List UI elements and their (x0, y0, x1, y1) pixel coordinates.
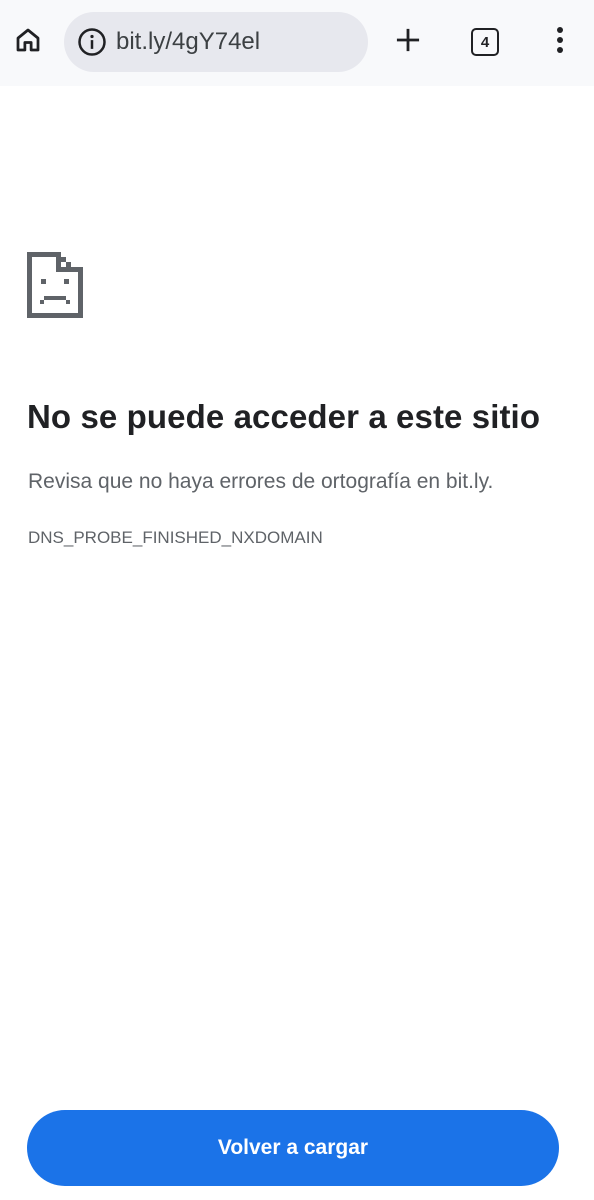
reload-button[interactable]: Volver a cargar (27, 1110, 559, 1186)
address-bar[interactable]: bit.ly/4gY74el (64, 12, 368, 72)
more-vert-icon (555, 25, 565, 60)
home-icon (13, 25, 43, 60)
error-code: DNS_PROBE_FINISHED_NXDOMAIN (28, 528, 323, 547)
error-description: Revisa que no haya errores de ortografía… (28, 470, 494, 493)
sad-page-icon (27, 250, 85, 325)
tab-switcher-button[interactable]: 4 (463, 20, 507, 64)
browser-toolbar: bit.ly/4gY74el 4 (0, 0, 594, 86)
new-tab-button[interactable] (386, 20, 430, 64)
tab-count: 4 (471, 28, 499, 56)
plus-icon (394, 26, 422, 59)
info-icon[interactable] (74, 24, 110, 60)
menu-button[interactable] (538, 20, 582, 64)
url-text: bit.ly/4gY74el (116, 28, 261, 55)
error-title: No se puede acceder a este sitio (27, 398, 541, 435)
home-button[interactable] (6, 20, 50, 64)
